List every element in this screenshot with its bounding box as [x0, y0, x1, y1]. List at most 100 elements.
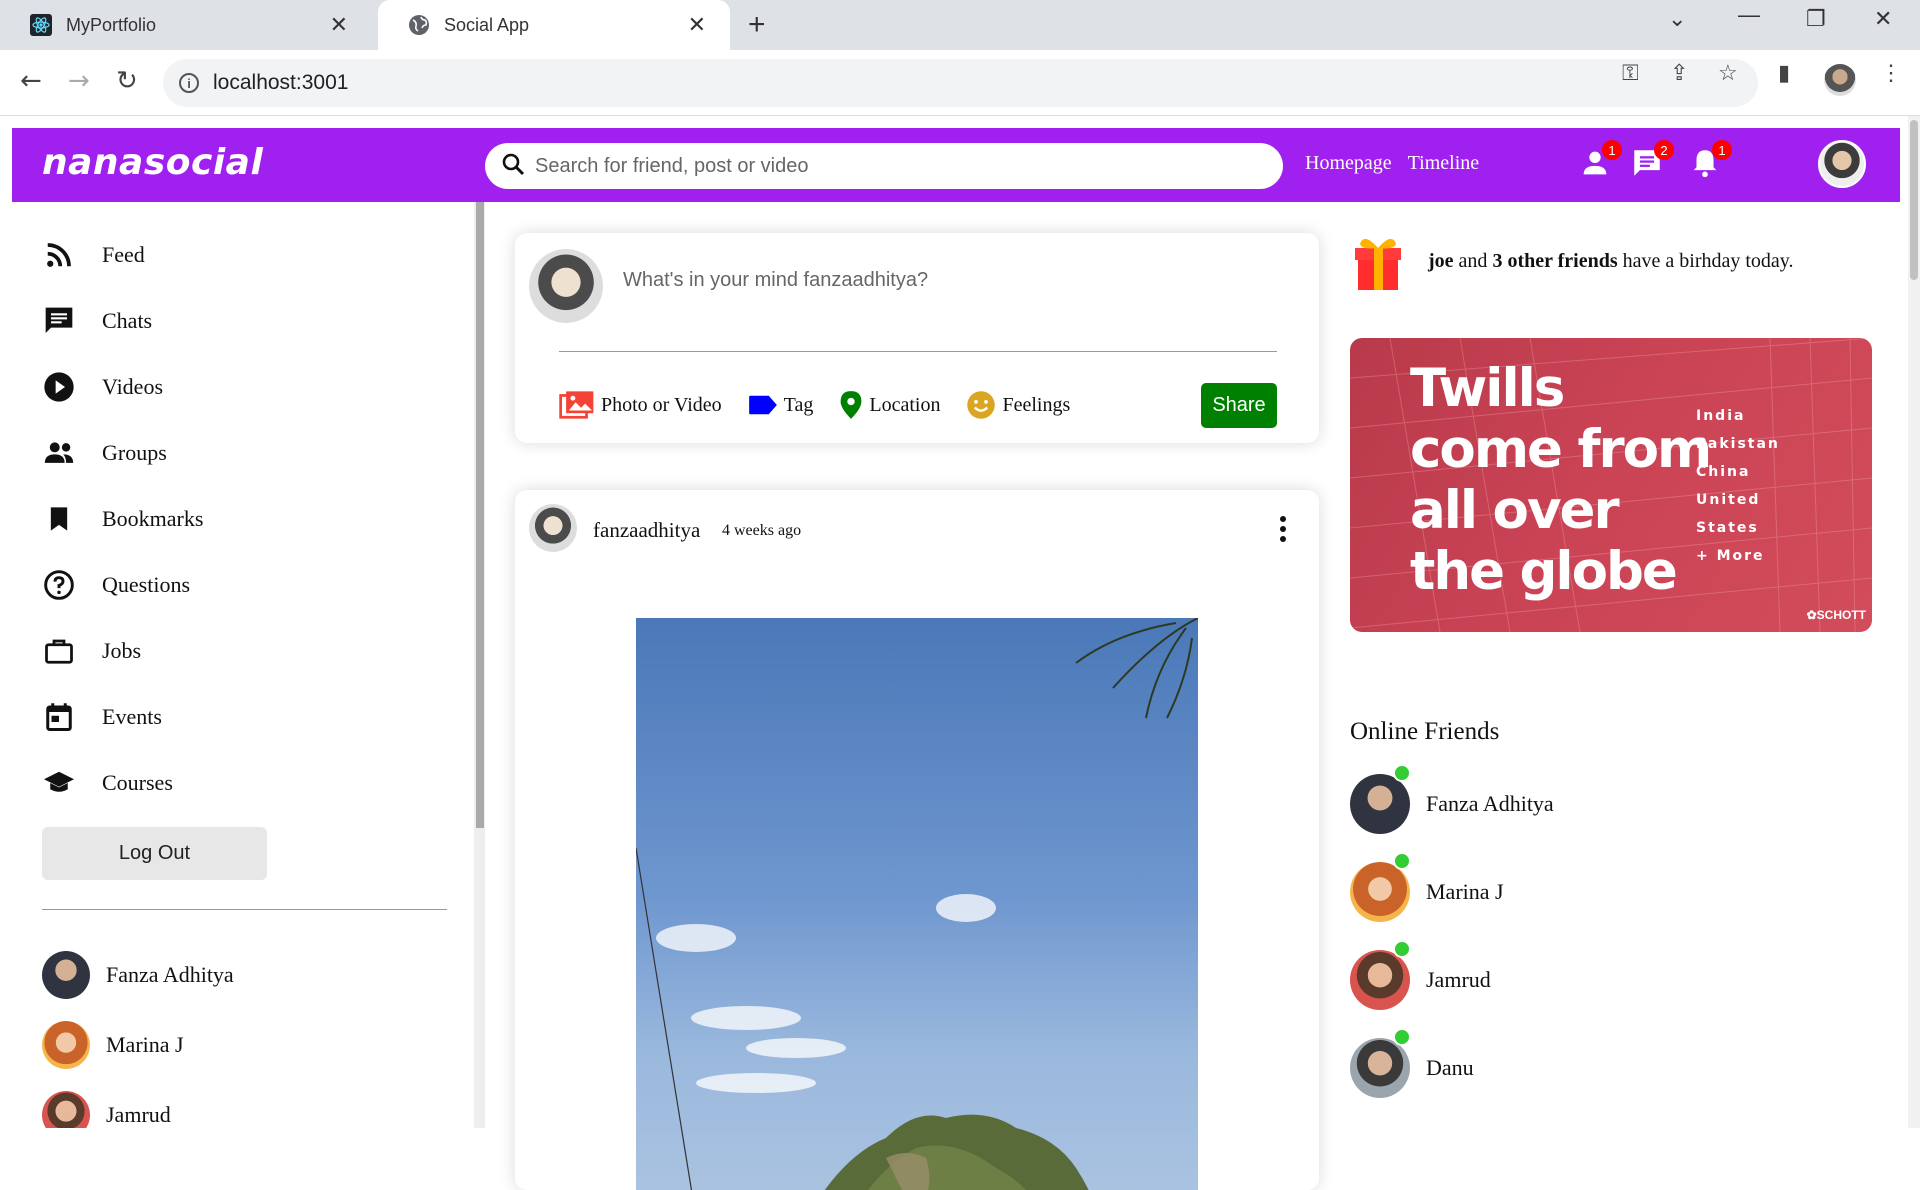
share-options: Photo or Video Tag Location Feelings	[559, 390, 1096, 420]
sidebar-item-label: Jobs	[102, 638, 142, 663]
app-logo[interactable]: nanasocial	[42, 142, 263, 183]
reload-icon[interactable]: ↻	[116, 66, 138, 96]
avatar	[42, 951, 90, 999]
ad-country: + More	[1696, 548, 1765, 564]
post-username[interactable]: fanzaadhitya	[593, 518, 700, 543]
help-circle-icon	[42, 568, 76, 602]
browser-tab-bar: MyPortfolio ✕ Social App ✕ + ⌄ — ❐ ✕	[0, 0, 1920, 50]
sidebar-item-feed[interactable]: Feed	[42, 222, 203, 288]
tag-option[interactable]: Tag	[748, 393, 814, 417]
list-item[interactable]: Marina J	[42, 1010, 234, 1080]
post-card: fanzaadhitya 4 weeks ago	[515, 490, 1319, 1190]
friend-name: Jamrud	[106, 1102, 171, 1127]
bookmark-star-icon[interactable]: ☆	[1718, 60, 1738, 86]
sidebar-scrollbar[interactable]	[476, 202, 484, 828]
birthday-notice: joe and 3 other friends have a birhday t…	[1352, 230, 1793, 292]
window-close-icon[interactable]: ✕	[1874, 6, 1892, 32]
sidebar-item-groups[interactable]: Groups	[42, 420, 203, 486]
tab-title: Social App	[444, 14, 530, 35]
list-item[interactable]: Fanza Adhitya	[42, 940, 234, 1010]
rss-icon	[42, 238, 76, 272]
friend-requests-badge: 1	[1602, 140, 1622, 160]
avatar	[1350, 862, 1410, 922]
flower-icon: ✿	[1806, 608, 1817, 622]
online-status-dot	[1393, 940, 1411, 958]
tab-myportfolio[interactable]: MyPortfolio ✕	[0, 0, 372, 50]
key-icon[interactable]: ⚿	[1622, 60, 1639, 86]
smile-icon	[967, 391, 996, 419]
minimize-icon[interactable]: —	[1738, 2, 1760, 28]
more-options-icon[interactable]	[1277, 514, 1289, 544]
list-item[interactable]: Marina J	[1350, 848, 1554, 936]
photo-video-option[interactable]: Photo or Video	[559, 390, 722, 420]
feelings-option[interactable]: Feelings	[966, 390, 1070, 420]
sidebar-item-questions[interactable]: Questions	[42, 552, 203, 618]
logout-button[interactable]: Log Out	[42, 827, 267, 880]
close-tab-icon[interactable]: ✕	[688, 12, 706, 38]
timeline-link[interactable]: Timeline	[1408, 152, 1480, 175]
share-button[interactable]: Share	[1201, 383, 1277, 428]
side-panel-icon[interactable]: ▮	[1778, 60, 1790, 86]
sidebar-item-label: Courses	[102, 770, 173, 795]
ad-headline-line: come from	[1410, 419, 1712, 480]
sidebar-item-jobs[interactable]: Jobs	[42, 618, 203, 684]
close-tab-icon[interactable]: ✕	[330, 12, 348, 38]
browser-menu-icon[interactable]: ⋮	[1880, 60, 1902, 86]
notifications-button[interactable]: 1	[1688, 140, 1732, 180]
browser-profile-avatar[interactable]	[1824, 64, 1856, 96]
ad-headline-line: all over	[1410, 480, 1620, 541]
list-item[interactable]: Jamrud	[42, 1080, 234, 1128]
friend-name: Danu	[1426, 1055, 1474, 1080]
sidebar-item-events[interactable]: Events	[42, 684, 203, 750]
sidebar-item-videos[interactable]: Videos	[42, 354, 203, 420]
tab-title: MyPortfolio	[66, 14, 157, 35]
ad-country: India	[1696, 408, 1746, 424]
avatar[interactable]	[529, 504, 577, 552]
list-item[interactable]: Danu	[1350, 1024, 1554, 1112]
list-item[interactable]: Jamrud	[1350, 936, 1554, 1024]
tab-social-app[interactable]: Social App ✕	[378, 0, 730, 50]
share-page-icon[interactable]: ⇪	[1670, 60, 1688, 86]
location-option[interactable]: Location	[839, 390, 940, 420]
sidebar-item-bookmarks[interactable]: Bookmarks	[42, 486, 203, 552]
bookmark-icon	[42, 502, 76, 536]
ad-banner[interactable]: Twills come from all over the globe Indi…	[1350, 338, 1872, 632]
tab-search-icon[interactable]: ⌄	[1668, 6, 1686, 32]
messages-button[interactable]: 2	[1630, 140, 1674, 180]
option-label: Tag	[783, 393, 814, 416]
sidebar: Feed Chats Videos Groups Bookmarks Quest…	[0, 202, 485, 1128]
sidebar-item-label: Questions	[102, 572, 190, 597]
birthday-rest: have a birhday today.	[1617, 249, 1794, 272]
search-icon	[501, 152, 525, 181]
avatar	[1350, 1038, 1410, 1098]
post-image[interactable]	[636, 618, 1198, 1190]
page-scrollbar[interactable]	[1908, 116, 1920, 1128]
back-icon[interactable]: ←	[20, 66, 42, 96]
notifications-badge: 1	[1712, 140, 1732, 160]
sidebar-item-courses[interactable]: Courses	[42, 750, 203, 816]
gift-icon	[1355, 238, 1401, 290]
share-box: Photo or Video Tag Location Feelings Sha…	[515, 233, 1319, 443]
url-text: localhost:3001	[213, 71, 349, 94]
forward-icon[interactable]: →	[68, 66, 90, 96]
ad-country-list: India Pakistan China United States + Mor…	[1696, 402, 1780, 570]
friend-name: Fanza Adhitya	[1426, 791, 1554, 816]
site-info-icon[interactable]: i	[179, 73, 199, 93]
sidebar-friend-list: Fanza Adhitya Marina J Jamrud	[42, 940, 234, 1128]
sidebar-item-chats[interactable]: Chats	[42, 288, 203, 354]
ad-headline: Twills come from all over the globe	[1410, 358, 1712, 602]
url-field[interactable]: i localhost:3001	[163, 59, 1758, 107]
search-bar[interactable]	[485, 143, 1283, 189]
page-scrollbar-thumb[interactable]	[1910, 120, 1918, 280]
profile-avatar[interactable]	[1818, 140, 1866, 188]
friend-requests-button[interactable]: 1	[1578, 140, 1622, 180]
new-tab-icon[interactable]: +	[748, 8, 766, 42]
chat-icon	[42, 304, 76, 338]
ad-brand-logo: ✿SCHOTT	[1807, 608, 1866, 622]
avatar	[42, 1091, 90, 1128]
search-input[interactable]	[535, 154, 1255, 178]
restore-icon[interactable]: ❐	[1806, 6, 1826, 32]
post-input[interactable]	[623, 269, 1243, 292]
homepage-link[interactable]: Homepage	[1305, 152, 1392, 175]
list-item[interactable]: Fanza Adhitya	[1350, 760, 1554, 848]
